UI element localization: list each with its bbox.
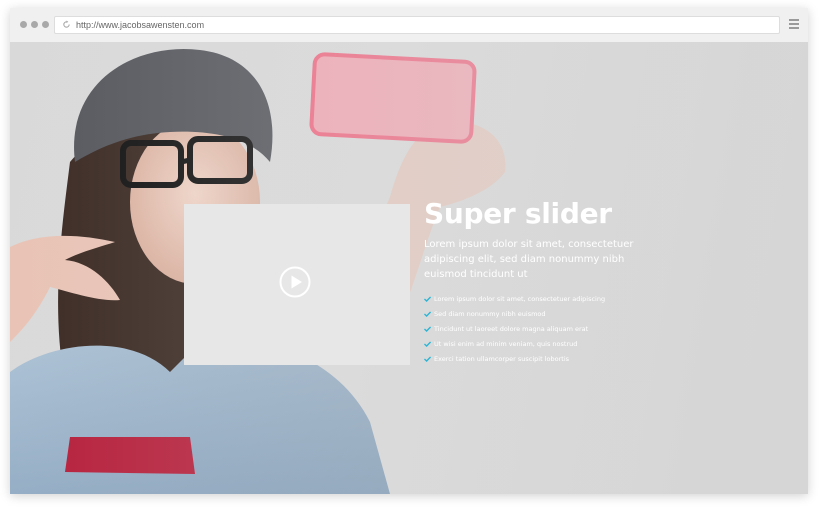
feature-text: Exerci tation ullamcorper suscipit lobor… bbox=[434, 355, 570, 363]
video-placeholder[interactable] bbox=[184, 204, 410, 365]
check-icon bbox=[424, 326, 431, 332]
url-text[interactable]: http://www.jacobsawensten.com bbox=[76, 19, 204, 31]
check-icon bbox=[424, 356, 431, 362]
play-icon[interactable] bbox=[279, 266, 311, 298]
window-dot[interactable] bbox=[31, 21, 38, 28]
window-dots-icon[interactable] bbox=[20, 21, 49, 28]
browser-window: http://www.jacobsawensten.com Super slid… bbox=[10, 8, 808, 494]
slide-title: Super slider bbox=[424, 197, 612, 230]
feature-list: Lorem ipsum dolor sit amet, consectetuer… bbox=[424, 292, 664, 367]
feature-text: Ut wisi enim ad minim veniam, quis nostr… bbox=[434, 340, 578, 348]
refresh-icon[interactable] bbox=[62, 20, 71, 29]
window-dot[interactable] bbox=[42, 21, 49, 28]
feature-item: Tincidunt ut laoreet dolore magna aliqua… bbox=[424, 322, 664, 337]
browser-chrome: http://www.jacobsawensten.com bbox=[10, 8, 808, 43]
feature-item: Sed diam nonummy nibh euismod bbox=[424, 307, 664, 322]
check-icon bbox=[424, 341, 431, 347]
feature-text: Sed diam nonummy nibh euismod bbox=[434, 310, 546, 318]
feature-text: Lorem ipsum dolor sit amet, consectetuer… bbox=[434, 295, 606, 303]
feature-text: Tincidunt ut laoreet dolore magna aliqua… bbox=[434, 325, 589, 333]
feature-item: Lorem ipsum dolor sit amet, consectetuer… bbox=[424, 292, 664, 307]
feature-item: Ut wisi enim ad minim veniam, quis nostr… bbox=[424, 337, 664, 352]
hero-slider: Super slider Lorem ipsum dolor sit amet,… bbox=[10, 42, 808, 494]
check-icon bbox=[424, 311, 431, 317]
slide-content: Super slider Lorem ipsum dolor sit amet,… bbox=[424, 197, 664, 367]
check-icon bbox=[424, 296, 431, 302]
slide-description: Lorem ipsum dolor sit amet, consectetuer… bbox=[424, 239, 634, 280]
feature-item: Exerci tation ullamcorper suscipit lobor… bbox=[424, 352, 664, 367]
hamburger-menu-icon[interactable] bbox=[789, 19, 799, 29]
address-bar[interactable]: http://www.jacobsawensten.com bbox=[54, 16, 780, 34]
window-dot[interactable] bbox=[20, 21, 27, 28]
